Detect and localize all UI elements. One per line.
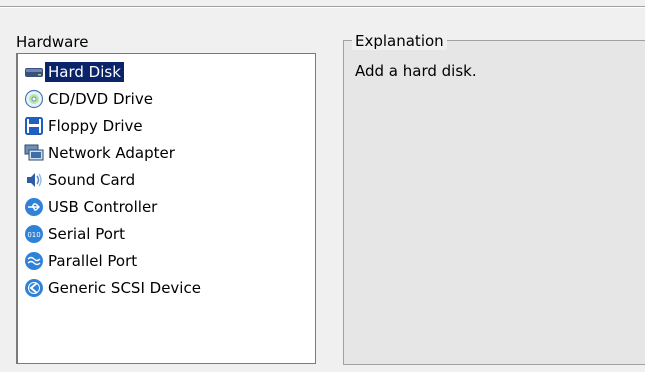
hard-disk-icon — [24, 62, 44, 82]
list-item-label: USB Controller — [48, 198, 158, 216]
list-item-label: Sound Card — [48, 171, 136, 189]
serial-port-icon: 010 — [24, 224, 44, 244]
explanation-groupbox — [343, 40, 645, 365]
hardware-label: Hardware — [16, 33, 89, 51]
list-item-label: Floppy Drive — [48, 117, 143, 135]
list-item-label: Hard Disk — [45, 62, 124, 82]
sound-card-icon — [24, 170, 44, 190]
cd-dvd-icon — [24, 89, 44, 109]
list-item-label: CD/DVD Drive — [48, 90, 153, 108]
list-item-cd-dvd[interactable]: CD/DVD Drive — [24, 87, 156, 111]
parallel-port-icon — [24, 251, 44, 271]
top-separator — [0, 6, 645, 8]
list-item-label: Parallel Port — [48, 252, 138, 270]
list-item-parallel-port[interactable]: Parallel Port — [24, 249, 140, 273]
explanation-legend: Explanation — [352, 32, 447, 50]
list-item-network-adapter[interactable]: Network Adapter — [24, 141, 178, 165]
list-item-floppy[interactable]: Floppy Drive — [24, 114, 146, 138]
list-item-generic-scsi[interactable]: Generic SCSI Device — [24, 276, 204, 300]
list-item-sound-card[interactable]: Sound Card — [24, 168, 138, 192]
scsi-icon — [24, 278, 44, 298]
network-adapter-icon — [24, 143, 44, 163]
usb-icon — [24, 197, 44, 217]
hardware-list[interactable]: Hard Disk CD/DVD Drive Floppy Drive Netw… — [16, 53, 316, 364]
list-item-usb-controller[interactable]: USB Controller — [24, 195, 160, 219]
floppy-icon — [24, 116, 44, 136]
list-item-hard-disk[interactable]: Hard Disk — [24, 60, 124, 84]
list-item-serial-port[interactable]: 010 Serial Port — [24, 222, 128, 246]
list-item-label: Generic SCSI Device — [48, 279, 201, 297]
explanation-text: Add a hard disk. — [355, 62, 477, 80]
list-item-label: Serial Port — [48, 225, 125, 243]
svg-text:010: 010 — [27, 231, 40, 239]
list-item-label: Network Adapter — [48, 144, 175, 162]
